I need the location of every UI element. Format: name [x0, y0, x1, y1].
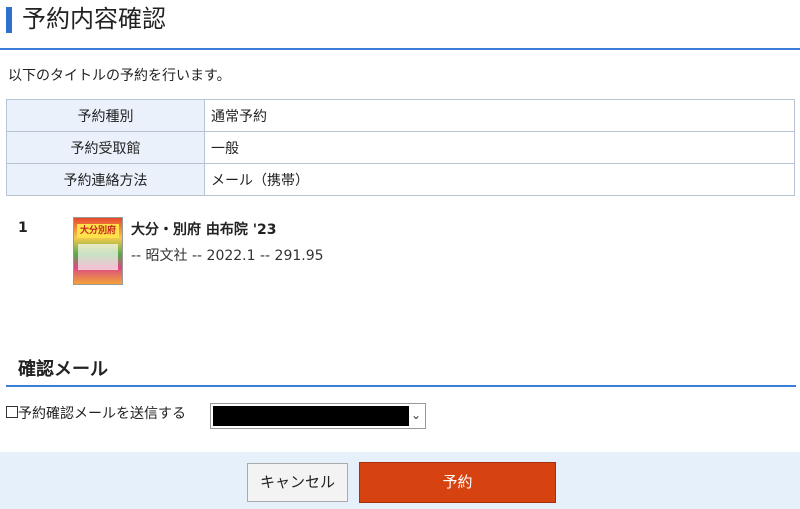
row-label: 予約種別: [6, 99, 205, 132]
reservation-info-table: 予約種別 通常予約 予約受取館 一般 予約連絡方法 メール（携帯）: [6, 99, 795, 196]
item-title[interactable]: 大分・別府 由布院 '23: [131, 219, 277, 239]
page-header: 予約内容確認: [0, 0, 800, 50]
row-label: 予約連絡方法: [6, 163, 205, 196]
table-row: 予約受取館 一般: [6, 131, 795, 164]
row-value: 通常予約: [204, 99, 795, 132]
send-confirm-mail-checkbox[interactable]: [6, 406, 18, 418]
mail-address-select[interactable]: ⌄: [210, 403, 426, 429]
item-number: 1: [18, 220, 28, 236]
reserve-button[interactable]: 予約: [359, 462, 556, 503]
cover-title-text: 大分別府: [77, 224, 119, 238]
row-value: 一般: [204, 131, 795, 164]
action-footer: キャンセル 予約: [0, 452, 800, 509]
cover-photo-area: [78, 244, 118, 270]
confirm-mail-section-header: 確認メール: [6, 355, 796, 387]
item-meta: -- 昭文社 -- 2022.1 -- 291.95: [131, 248, 324, 264]
section-heading: 確認メール: [18, 359, 108, 380]
cancel-button[interactable]: キャンセル: [247, 463, 348, 502]
intro-text: 以下のタイトルの予約を行います。: [8, 68, 231, 84]
redacted-address: [213, 406, 409, 426]
confirm-mail-row: 予約確認メールを送信する ⌄: [6, 403, 426, 429]
table-row: 予約連絡方法 メール（携帯）: [6, 163, 795, 196]
page-title: 予約内容確認: [22, 5, 166, 33]
row-value: メール（携帯）: [204, 163, 795, 196]
table-row: 予約種別 通常予約: [6, 99, 795, 132]
chevron-down-icon: ⌄: [410, 408, 421, 422]
reserved-title-item: 1 大分別府 大分・別府 由布院 '23 -- 昭文社 -- 2022.1 --…: [0, 212, 800, 285]
checkbox-label[interactable]: 予約確認メールを送信する: [18, 406, 186, 422]
title-accent-bar: [6, 7, 12, 33]
row-label: 予約受取館: [6, 131, 205, 164]
book-cover-image[interactable]: 大分別府: [73, 217, 123, 285]
